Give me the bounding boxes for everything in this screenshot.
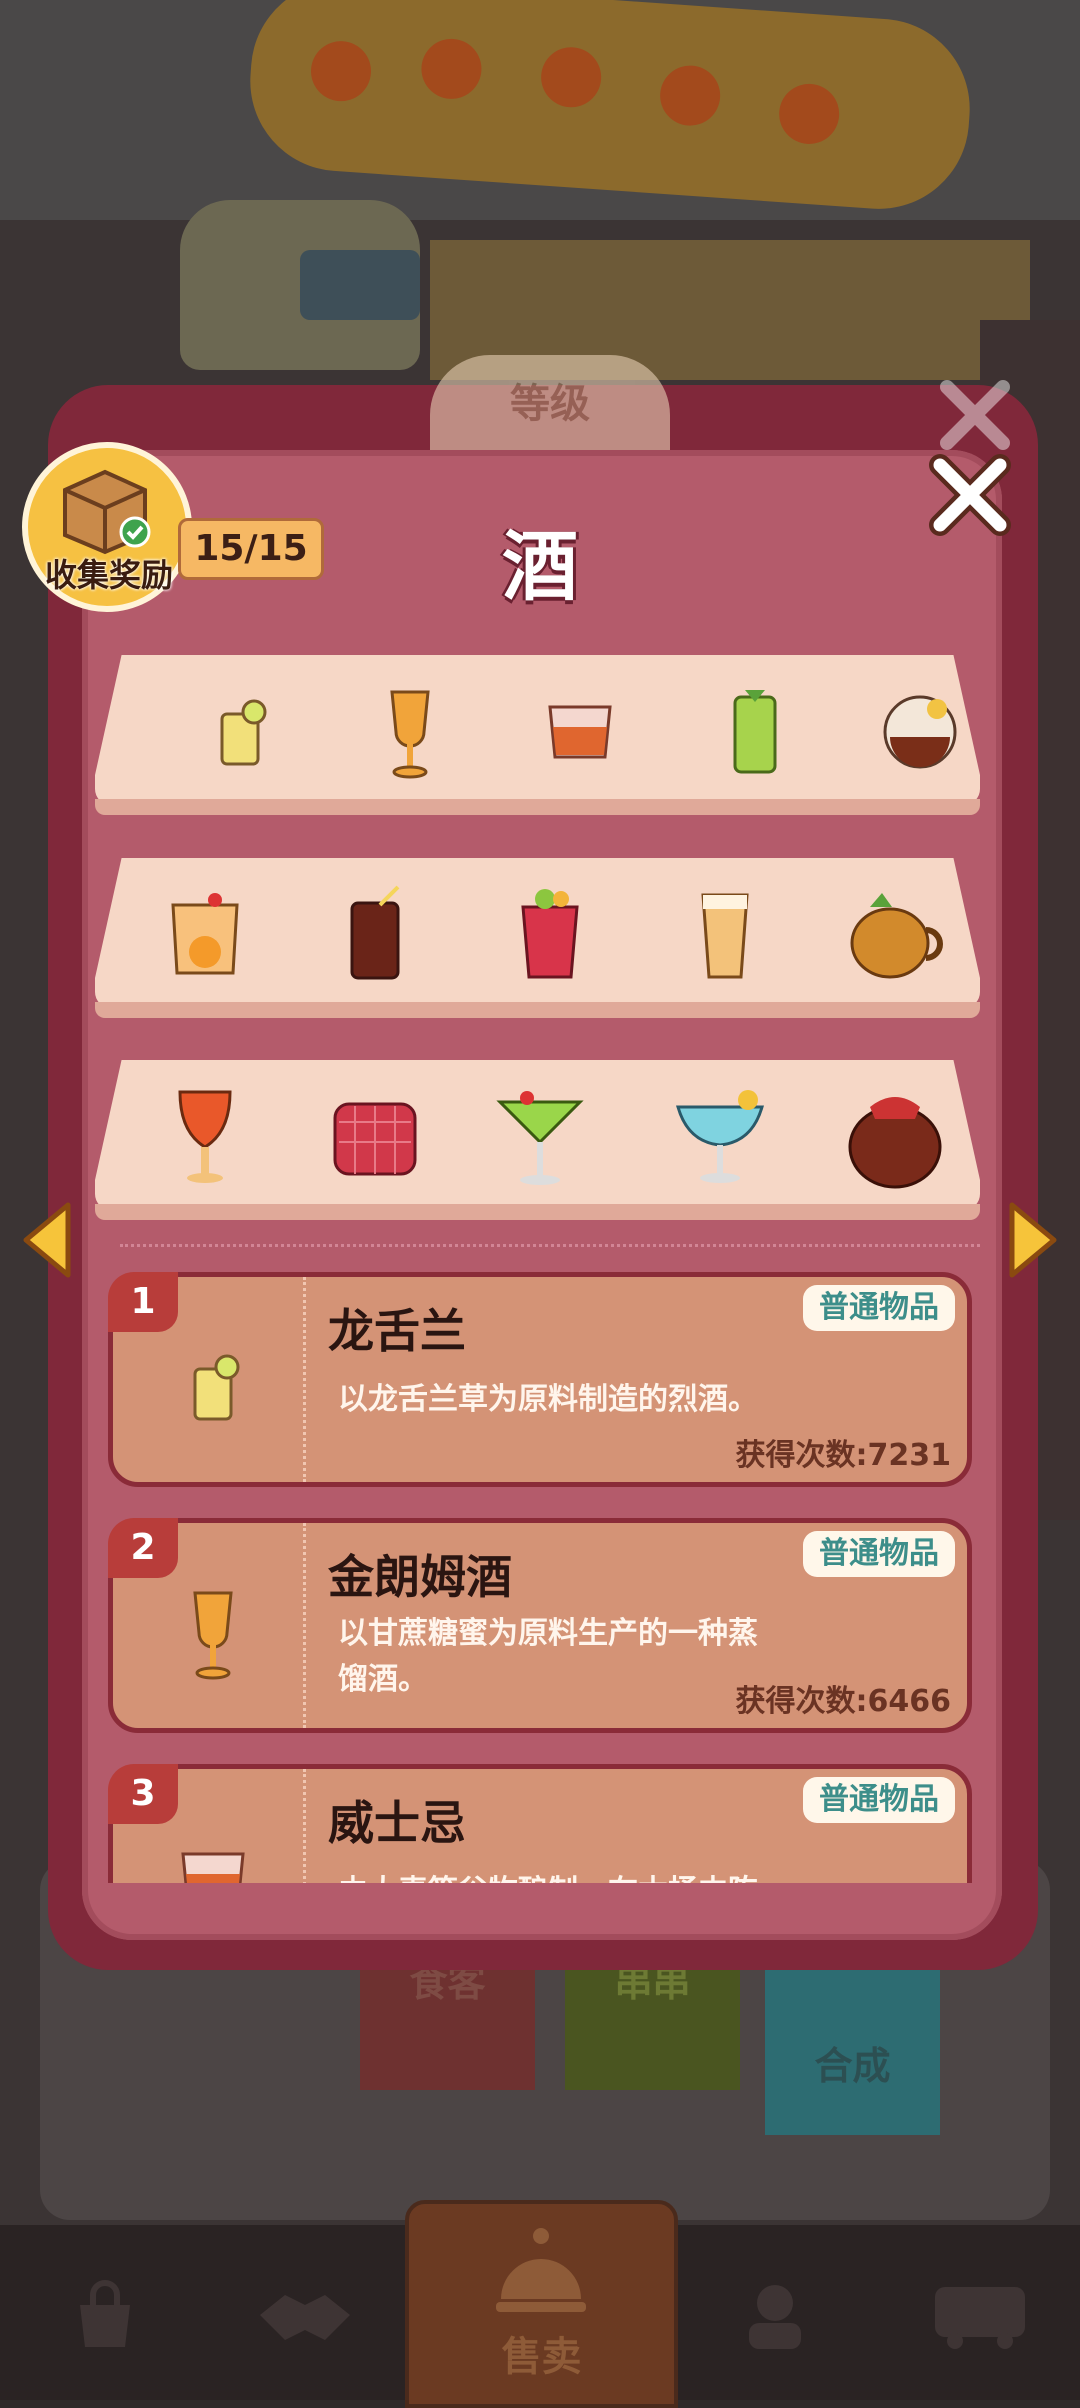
- nav-sell[interactable]: 售卖: [405, 2200, 678, 2408]
- orange-cocktail-icon: [171, 893, 239, 975]
- card-divider: [303, 1277, 306, 1482]
- van-window: [300, 250, 420, 320]
- bag-icon: [80, 2280, 130, 2347]
- beer-glass-icon: [701, 893, 749, 979]
- rarity-tag: 普通物品: [803, 1285, 955, 1331]
- page-title: 酒: [502, 522, 578, 611]
- shelf-item[interactable]: [830, 880, 960, 990]
- flower-decoration: [308, 39, 374, 104]
- cola-highball-icon: [350, 885, 400, 980]
- close-button[interactable]: [920, 445, 1020, 545]
- item-icon: [173, 1824, 253, 1883]
- obtain-count: 获得次数:7231: [735, 1438, 952, 1473]
- parcel-box-icon: [63, 469, 151, 555]
- list-item[interactable]: 2 金朗姆酒 普通物品 以甘蔗糖蜜为原料生产的一种蒸馏酒。 获得次数:6466: [108, 1518, 972, 1733]
- tequila-shot-glass-icon: [220, 699, 267, 766]
- rarity-tag: 普通物品: [803, 1531, 955, 1577]
- list-item[interactable]: 1 龙舌兰 普通物品 以龙舌兰草为原料制造的烈酒。 获得次数:7231: [108, 1272, 972, 1487]
- handshake-icon: [260, 2295, 350, 2340]
- shelf-item[interactable]: [700, 677, 810, 787]
- card-divider: [303, 1523, 306, 1728]
- wine-jar-icon: [848, 1097, 942, 1189]
- item-list[interactable]: 1 龙舌兰 普通物品 以龙舌兰草为原料制造的烈酒。 获得次数:7231 2 金朗…: [105, 1268, 975, 1883]
- shelf-item[interactable]: [185, 677, 295, 787]
- collect-reward-label: 收集奖励: [44, 556, 173, 594]
- shelf-item[interactable]: [495, 880, 605, 990]
- shelf-edge: [95, 1002, 980, 1018]
- next-page-arrow-icon[interactable]: [1002, 1200, 1062, 1280]
- item-icon: [173, 1578, 253, 1688]
- item-description: 由大麦等谷物酿制，在木桶中陈: [338, 1869, 778, 1883]
- shelf-item[interactable]: [310, 1082, 440, 1192]
- shelf-edge: [95, 799, 980, 815]
- shelf-row-3: [95, 1060, 980, 1220]
- flower-decoration: [658, 63, 723, 128]
- shelf-item[interactable]: [150, 1082, 260, 1192]
- green-cocktail-icon: [733, 690, 777, 774]
- nav-bus[interactable]: [930, 2265, 1030, 2365]
- item-name: 威士忌: [328, 1796, 466, 1850]
- prev-page-arrow-icon[interactable]: [18, 1200, 78, 1280]
- shelf-item[interactable]: [320, 880, 430, 990]
- shelf-item[interactable]: [865, 677, 975, 787]
- close-shadow-icon: [940, 380, 1010, 450]
- whiskey-glass-icon: [181, 1852, 245, 1883]
- shelf-item[interactable]: [525, 677, 635, 787]
- rum-goblet-icon: [390, 690, 430, 779]
- blue-margarita-icon: [676, 1090, 764, 1183]
- shelf-item[interactable]: [150, 880, 260, 990]
- shelf-row-1: [95, 655, 980, 815]
- bg-ribbon-merge: 合成: [765, 1945, 940, 2135]
- item-number: 2: [108, 1518, 178, 1578]
- item-description: 以甘蔗糖蜜为原料生产的一种蒸馏酒。: [338, 1616, 758, 1697]
- flower-decoration: [419, 36, 484, 101]
- card-divider: [303, 1769, 306, 1883]
- close-icon: [929, 454, 1011, 536]
- red-rocks-glass-icon: [333, 1102, 417, 1176]
- nav-sell-label: 售卖: [501, 2334, 582, 2380]
- brandy-glass-icon: [883, 695, 957, 769]
- nav-chef[interactable]: [725, 2265, 825, 2365]
- shelf-item[interactable]: [655, 1082, 785, 1192]
- item-name: 金朗姆酒: [328, 1550, 512, 1604]
- chef-icon: [749, 2285, 801, 2349]
- shelf-item[interactable]: [670, 880, 780, 990]
- shelf-item[interactable]: [355, 677, 465, 787]
- tequila-shot-glass-icon: [193, 1354, 240, 1421]
- sell-bell-icon: [496, 2228, 586, 2312]
- bus-icon: [935, 2287, 1025, 2349]
- list-item[interactable]: 3 威士忌 普通物品 由大麦等谷物酿制，在木桶中陈: [108, 1764, 972, 1883]
- collection-progress: 15/15: [178, 518, 324, 580]
- collect-reward-button[interactable]: 收集奖励: [22, 442, 192, 612]
- flower-decoration: [777, 81, 842, 146]
- martini-glass-icon: [496, 1091, 584, 1185]
- nav-deal[interactable]: [255, 2265, 355, 2365]
- berry-cocktail-icon: [521, 889, 579, 979]
- item-number: 1: [108, 1272, 178, 1332]
- item-icon: [173, 1332, 253, 1442]
- shelf-item[interactable]: [485, 1082, 595, 1192]
- item-number: 3: [108, 1764, 178, 1824]
- tiki-mug-icon: [850, 893, 943, 979]
- level-label: 等级: [510, 381, 590, 427]
- shelf-edge: [95, 1204, 980, 1220]
- rum-goblet-icon: [193, 1591, 233, 1680]
- divider: [120, 1244, 980, 1247]
- item-description: 以龙舌兰草为原料制造的烈酒。: [338, 1382, 758, 1417]
- shelf-row-2: [95, 858, 980, 1018]
- item-name: 龙舌兰: [328, 1304, 466, 1358]
- rarity-tag: 普通物品: [803, 1777, 955, 1823]
- sunset-cocktail-icon: [178, 1090, 232, 1183]
- obtain-count: 获得次数:6466: [735, 1684, 952, 1719]
- shelf-item[interactable]: [830, 1082, 960, 1192]
- nav-bag[interactable]: [55, 2265, 155, 2365]
- flower-decoration: [539, 45, 604, 110]
- whiskey-glass-icon: [548, 705, 612, 759]
